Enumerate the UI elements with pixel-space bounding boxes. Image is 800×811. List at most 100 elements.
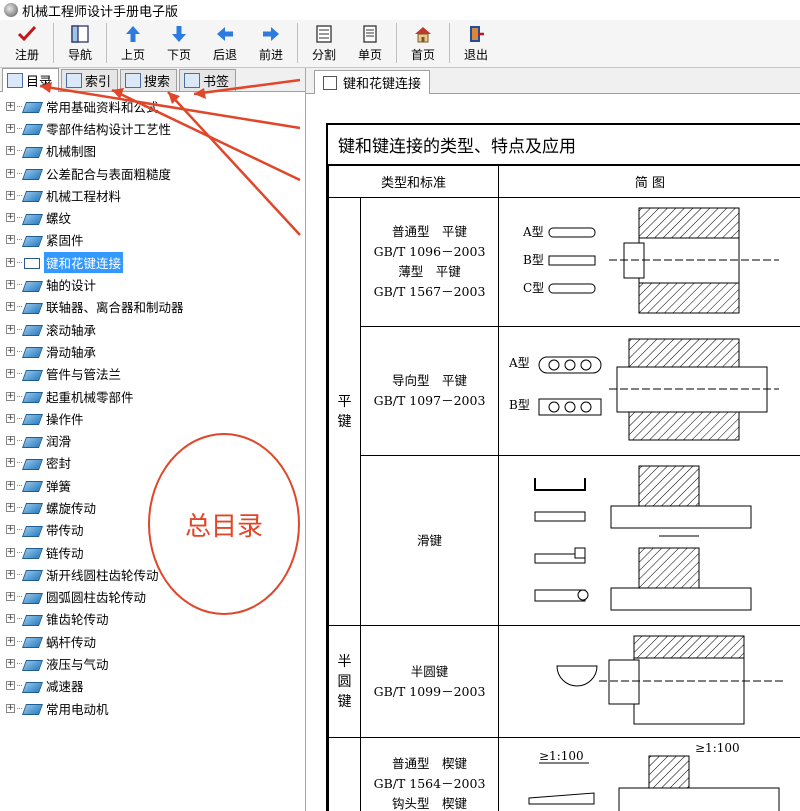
expand-icon[interactable]: + bbox=[6, 413, 15, 423]
expand-icon[interactable]: + bbox=[6, 525, 15, 535]
expand-icon[interactable]: + bbox=[6, 547, 15, 557]
expand-icon[interactable]: + bbox=[6, 213, 15, 223]
tree-item[interactable]: + 管件与管法兰 bbox=[0, 363, 305, 385]
expand-icon[interactable]: + bbox=[6, 502, 15, 512]
search-icon bbox=[125, 73, 142, 88]
tree-item-label: 管件与管法兰 bbox=[46, 367, 122, 383]
book-icon bbox=[24, 479, 40, 491]
arrow-left-icon bbox=[214, 23, 236, 45]
tree-item[interactable]: + 滑动轴承 bbox=[0, 340, 305, 362]
expand-icon[interactable]: + bbox=[6, 436, 15, 446]
tab-contents[interactable]: 目录 bbox=[2, 68, 60, 92]
toolbar-separator bbox=[106, 23, 107, 63]
expand-icon[interactable]: + bbox=[6, 346, 15, 356]
tab-index[interactable]: 索引 bbox=[61, 69, 119, 91]
expand-icon[interactable]: + bbox=[6, 190, 15, 200]
expand-icon[interactable]: + bbox=[6, 703, 15, 713]
tree-item[interactable]: + 机械工程材料 bbox=[0, 184, 305, 206]
expand-icon[interactable]: + bbox=[6, 681, 15, 691]
book-icon bbox=[24, 212, 40, 224]
tree-connector bbox=[17, 462, 22, 464]
single-page-button[interactable]: 单页 bbox=[347, 20, 393, 66]
navigation-pane: 目录 索引 搜索 书签 + 常用基础资料和公式 + 零部件结构设计工艺性 + 机械制图 + 公… bbox=[0, 68, 306, 811]
row-name: 普通型 楔键 GB/T 1564－2003 钩头型 楔键 bbox=[360, 737, 499, 811]
expand-icon[interactable]: + bbox=[6, 146, 15, 156]
tree-connector bbox=[17, 239, 22, 241]
expand-icon[interactable]: + bbox=[6, 614, 15, 624]
contents-tree: + 常用基础资料和公式 + 零部件结构设计工艺性 + 机械制图 + 公差配合与表面粗糙度 + 机械… bbox=[0, 92, 305, 719]
expand-icon[interactable]: + bbox=[6, 592, 15, 602]
table-row: 导向型 平键 GB/T 1097－2003 A型 B型 bbox=[329, 326, 800, 456]
expand-icon[interactable]: + bbox=[6, 302, 15, 312]
navigation-icon bbox=[69, 23, 91, 45]
tree-item[interactable]: + 联轴器、离合器和制动器 bbox=[0, 296, 305, 318]
expand-icon[interactable]: + bbox=[6, 569, 15, 579]
tree-item-label: 渐开线圆柱齿轮传动 bbox=[46, 567, 159, 583]
expand-icon[interactable]: + bbox=[6, 257, 15, 267]
index-icon bbox=[66, 73, 83, 88]
expand-icon[interactable]: + bbox=[6, 123, 15, 133]
expand-icon[interactable]: + bbox=[6, 101, 15, 111]
exit-icon bbox=[465, 23, 487, 45]
back-button[interactable]: 后退 bbox=[202, 20, 248, 66]
expand-icon[interactable]: + bbox=[6, 636, 15, 646]
tree-item-label: 常用电动机 bbox=[46, 701, 109, 717]
next-page-button[interactable]: 下页 bbox=[156, 20, 202, 66]
tree-item[interactable]: + 螺纹 bbox=[0, 206, 305, 228]
tab-bookmarks[interactable]: 书签 bbox=[179, 69, 237, 91]
toolbar: 注册 导航 上页 下页 后退 前进 分割 单页 首页 退出 bbox=[0, 20, 800, 68]
tree-item[interactable]: + 零部件结构设计工艺性 bbox=[0, 117, 305, 139]
tree-connector bbox=[17, 529, 22, 531]
woodruff-key-figure bbox=[556, 635, 784, 725]
tree-item[interactable]: + 常用基础资料和公式 bbox=[0, 95, 305, 117]
register-button[interactable]: 注册 bbox=[4, 20, 50, 66]
tree-item[interactable]: + 轴的设计 bbox=[0, 273, 305, 295]
tree-connector bbox=[17, 395, 22, 397]
tree-item[interactable]: + 起重机械零部件 bbox=[0, 385, 305, 407]
prev-page-button[interactable]: 上页 bbox=[110, 20, 156, 66]
tree-item[interactable]: + 操作件 bbox=[0, 407, 305, 429]
table-header-row: 类型和标准 简 图 bbox=[328, 165, 800, 198]
tree-item[interactable]: + 常用电动机 bbox=[0, 697, 305, 719]
expand-icon[interactable]: + bbox=[6, 480, 15, 490]
split-button[interactable]: 分割 bbox=[301, 20, 347, 66]
toolbar-separator bbox=[449, 23, 450, 63]
svg-text:A型: A型 bbox=[522, 225, 544, 239]
tab-current-topic[interactable]: 键和花键连接 bbox=[314, 70, 431, 94]
arrow-up-icon bbox=[122, 23, 144, 45]
home-button[interactable]: 首页 bbox=[400, 20, 446, 66]
row-name: 半圆键 GB/T 1099－2003 bbox=[360, 625, 499, 738]
forward-button[interactable]: 前进 bbox=[248, 20, 294, 66]
book-icon bbox=[24, 546, 40, 558]
expand-icon[interactable]: + bbox=[6, 168, 15, 178]
book-icon bbox=[24, 279, 40, 291]
expand-icon[interactable]: + bbox=[6, 369, 15, 379]
app-window: 机械工程师设计手册电子版 注册 导航 上页 下页 后退 前进 分割 单页 首页 … bbox=[0, 0, 800, 811]
tree-item[interactable]: + 减速器 bbox=[0, 675, 305, 697]
header-figure: 简 图 bbox=[498, 165, 800, 198]
svg-text:≥1:100: ≥1:100 bbox=[539, 749, 584, 763]
tab-search[interactable]: 搜索 bbox=[120, 69, 178, 91]
expand-icon[interactable]: + bbox=[6, 458, 15, 468]
tree-item[interactable]: + 公差配合与表面粗糙度 bbox=[0, 162, 305, 184]
tree-item[interactable]: + 滚动轴承 bbox=[0, 318, 305, 340]
navigation-button[interactable]: 导航 bbox=[57, 20, 103, 66]
tree-connector bbox=[17, 373, 22, 375]
tree-item[interactable]: + 蜗杆传动 bbox=[0, 630, 305, 652]
tree-item[interactable]: + 液压与气动 bbox=[0, 652, 305, 674]
book-icon bbox=[24, 435, 40, 447]
tree-item-label: 紧固件 bbox=[46, 233, 84, 249]
tree-item[interactable]: + 机械制图 bbox=[0, 140, 305, 162]
tree-item-label: 链传动 bbox=[46, 545, 84, 561]
expand-icon[interactable]: + bbox=[6, 324, 15, 334]
tree-item[interactable]: + 键和花键连接 bbox=[0, 251, 305, 273]
expand-icon[interactable]: + bbox=[6, 235, 15, 245]
expand-icon[interactable]: + bbox=[6, 280, 15, 290]
tree-item[interactable]: + 锥齿轮传动 bbox=[0, 608, 305, 630]
exit-button[interactable]: 退出 bbox=[453, 20, 499, 66]
tree-item[interactable]: + 紧固件 bbox=[0, 229, 305, 251]
tree-connector bbox=[17, 685, 22, 687]
expand-icon[interactable]: + bbox=[6, 659, 15, 669]
tree-item-label: 带传动 bbox=[46, 523, 84, 539]
expand-icon[interactable]: + bbox=[6, 391, 15, 401]
